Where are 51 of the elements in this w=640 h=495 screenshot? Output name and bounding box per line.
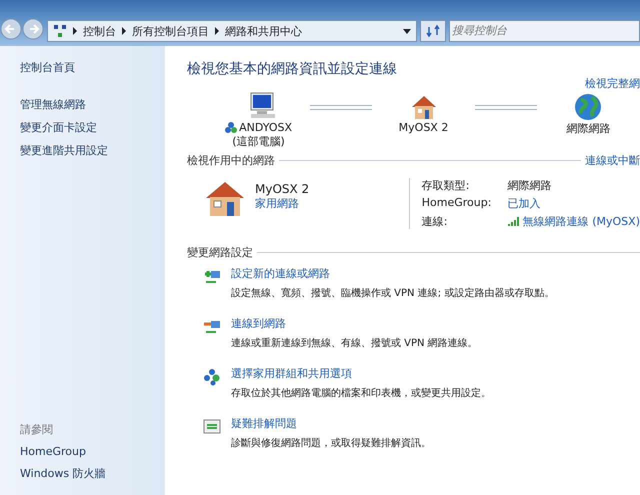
chevron-icon [72,27,78,35]
network-icon [225,122,238,134]
task-link[interactable]: 設定新的連線或網路 [231,266,554,281]
detail-label: HomeGroup: [422,196,492,211]
network-plus-icon [203,268,221,286]
refresh-icon [426,24,440,38]
page-title: 檢視您基本的網路資訊並設定連線 [187,60,397,78]
signal-bars-icon [508,217,520,226]
sidebar-link[interactable]: Windows 防火牆 [20,462,165,485]
task-link[interactable]: 連線到網路 [231,316,478,331]
breadcrumb-item[interactable]: 所有控制台項目 [132,24,209,38]
network-name: MyOSX 2 [255,182,310,196]
homegroup-link[interactable]: 已加入 [508,196,541,211]
section-heading: 變更網路設定 [187,245,253,260]
see-also-heading: 請參閱 [20,422,54,438]
connector-line [475,105,537,110]
address-bar[interactable]: 控制台 所有控制台項目 網路和共用中心 [47,20,417,42]
network-arrow-icon [203,318,221,336]
task-link[interactable]: 疑難排解問題 [231,416,431,431]
task-link[interactable]: 選擇家用群組和共用選項 [231,366,491,381]
search-field[interactable]: 搜尋控制台 [449,20,640,42]
connection-link[interactable]: 無線網路連線 (MyOSX) [522,214,640,229]
detail-value: 網際網路 [508,178,552,193]
section-heading: 檢視作用中的網路 [187,153,275,168]
node-sublabel: (這部電腦) [232,134,285,149]
task-description: 連線或重新連線到無線、有線、撥號或 VPN 網路連線。 [231,336,478,350]
chevron-icon [214,27,220,35]
node-label: MyOSX 2 [398,121,448,134]
sidebar-link[interactable]: HomeGroup [20,441,165,462]
breadcrumb-item[interactable]: 網路和共用中心 [225,24,302,38]
sidebar-link[interactable]: 管理無線網路 [20,93,165,116]
connect-disconnect-link[interactable]: 連線或中斷 [585,153,640,168]
node-label: ANDYOSX [239,121,292,134]
connector-line [310,105,372,110]
dropdown-icon [403,28,411,34]
people-group-icon [203,368,221,386]
sidebar-link[interactable]: 控制台首頁 [20,56,165,79]
task-description: 設定無線、寬頻、撥號、臨機操作或 VPN 連線; 或設定路由器或存取點。 [231,286,554,300]
detail-label: 連線: [422,214,448,229]
refresh-button[interactable] [420,20,446,42]
network-icon [53,24,67,38]
node-label: 網際網路 [566,121,610,136]
breadcrumb-item[interactable]: 控制台 [83,24,116,38]
detail-label: 存取類型: [422,178,470,193]
chevron-icon [121,27,127,35]
task-description: 診斷與修復網路問題，或取得疑難排解資訊。 [231,436,431,450]
sidebar-link[interactable]: 變更進階共用設定 [20,139,165,162]
task-description: 存取位於其他網路電腦的檔案和印表機，或變更共用設定。 [231,386,491,400]
network-type-link[interactable]: 家用網路 [255,196,310,211]
sidebar-link[interactable]: 變更介面卡設定 [20,116,165,139]
view-full-map-link[interactable]: 檢視完整網 [585,76,640,91]
